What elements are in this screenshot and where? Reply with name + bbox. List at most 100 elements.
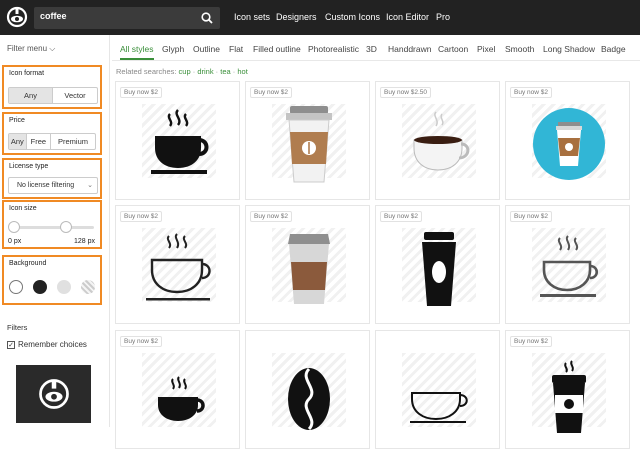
price-free-button[interactable]: Free (27, 134, 52, 149)
icon-card[interactable] (375, 330, 500, 449)
icon-size-slider-track[interactable] (10, 226, 94, 229)
icon-size-title: Icon size (9, 205, 37, 212)
license-type-title: License type (9, 163, 49, 170)
related-term-tea[interactable]: tea (220, 67, 230, 76)
search-icon[interactable] (200, 11, 214, 25)
takeaway-cup-glyph-icon (422, 232, 456, 306)
remember-label: Remember choices (18, 340, 87, 349)
takeaway-coffee-cup-flat-icon (286, 106, 332, 183)
icon-card[interactable]: Buy now $2 (505, 205, 630, 324)
paper-coffee-cup-flat-icon (288, 234, 330, 304)
chevron-down-icon: ⌄ (87, 182, 93, 189)
price-segmented-control: Any Free Premium (8, 133, 96, 150)
icon-format-any-button[interactable]: Any (9, 88, 54, 103)
tab-all-styles[interactable]: All styles (120, 44, 154, 60)
top-navigation-bar: coffee Icon sets Designers Custom Icons … (0, 0, 640, 35)
background-filter: Background (2, 255, 102, 305)
coffee-cup-outline-icon (146, 233, 211, 301)
buy-now-badge[interactable]: Buy now $2 (120, 336, 162, 347)
icon-card[interactable]: Buy now $2 (245, 81, 370, 200)
buy-now-badge[interactable]: Buy now $2 (510, 336, 552, 347)
tab-cartoon[interactable]: Cartoon (438, 44, 468, 54)
buy-now-badge[interactable]: Buy now $2 (510, 211, 552, 222)
icon-size-slider-max-handle[interactable] (60, 221, 72, 233)
background-title: Background (9, 260, 47, 267)
hot-takeaway-cup-glyph-icon (552, 360, 586, 433)
filter-menu-toggle[interactable]: Filter menu ⌵ (7, 44, 55, 54)
related-searches: Related searches: cup · drink · tea · ho… (116, 67, 248, 76)
related-term-drink[interactable]: drink (197, 67, 213, 76)
tab-badge[interactable]: Badge (601, 44, 626, 54)
background-white-swatch[interactable] (9, 280, 23, 294)
icon-size-filter: Icon size 0 px 128 px (2, 200, 102, 249)
license-type-filter: License type No license filtering ⌄ (2, 158, 102, 199)
icon-format-vector-button[interactable]: Vector (53, 88, 97, 103)
icon-card[interactable]: Buy now $2.50 (375, 81, 500, 200)
nav-icon-editor[interactable]: Icon Editor (386, 12, 429, 22)
buy-now-badge[interactable]: Buy now $2 (380, 211, 422, 222)
buy-now-badge[interactable]: Buy now $2 (250, 87, 292, 98)
filters-heading: Filters (7, 323, 28, 332)
coffee-cup-thin-outline-icon (410, 392, 468, 423)
price-title: Price (9, 117, 25, 124)
price-filter: Price Any Free Premium (2, 112, 102, 155)
tab-glyph[interactable]: Glyph (162, 44, 184, 54)
takeaway-cup-badge-icon (533, 108, 605, 180)
search-box[interactable]: coffee (34, 7, 220, 29)
icon-size-slider-min-handle[interactable] (8, 221, 20, 233)
tabs-divider (112, 60, 640, 61)
promo-banner[interactable] (16, 365, 91, 423)
background-black-swatch[interactable] (33, 280, 47, 294)
icon-card[interactable]: Buy now $2 (505, 81, 630, 200)
tab-outline[interactable]: Outline (193, 44, 220, 54)
icon-card[interactable]: Buy now $2 (115, 81, 240, 200)
filter-sidebar: Filter menu ⌵ Icon format Any Vector Pri… (0, 35, 110, 427)
icon-format-title: Icon format (9, 70, 45, 77)
icon-card[interactable]: Buy now $2 (115, 330, 240, 449)
icon-size-min-label: 0 px (8, 238, 22, 245)
tab-3d[interactable]: 3D (366, 44, 377, 54)
icon-card[interactable]: Buy now $2 (505, 330, 630, 449)
price-any-button[interactable]: Any (9, 134, 27, 149)
coffee-bean-icon (288, 367, 330, 431)
icon-format-segmented-control: Any Vector (8, 87, 98, 104)
nav-custom-icons[interactable]: Custom Icons (325, 12, 380, 22)
buy-now-badge[interactable]: Buy now $2 (510, 87, 552, 98)
related-term-cup[interactable]: cup (179, 67, 191, 76)
tab-photorealistic[interactable]: Photorealistic (308, 44, 359, 54)
buy-now-badge[interactable]: Buy now $2.50 (380, 87, 432, 98)
tab-long-shadow[interactable]: Long Shadow (543, 44, 595, 54)
filter-menu-label: Filter menu (7, 44, 48, 53)
steaming-coffee-cup-glyph-icon (151, 109, 209, 174)
tab-pixel[interactable]: Pixel (477, 44, 495, 54)
license-type-value: No license filtering (17, 182, 75, 189)
nav-icon-sets[interactable]: Icon sets (234, 12, 270, 22)
price-premium-button[interactable]: Premium (51, 134, 95, 149)
background-transparent-swatch[interactable] (81, 280, 95, 294)
icon-card[interactable]: Buy now $2 (115, 205, 240, 324)
tab-handdrawn[interactable]: Handdrawn (388, 44, 431, 54)
icon-card[interactable] (245, 330, 370, 449)
tab-smooth[interactable]: Smooth (505, 44, 534, 54)
icon-card[interactable]: Buy now $2 (245, 205, 370, 324)
search-input[interactable]: coffee (40, 11, 190, 25)
buy-now-badge[interactable]: Buy now $2 (120, 211, 162, 222)
iconfinder-logo-icon (39, 379, 69, 409)
related-label: Related searches: (116, 67, 177, 76)
remember-checkbox[interactable]: ✓ (7, 340, 15, 349)
nav-designers[interactable]: Designers (276, 12, 317, 22)
related-term-hot[interactable]: hot (237, 67, 247, 76)
icon-card[interactable]: Buy now $2 (375, 205, 500, 324)
license-type-select[interactable]: No license filtering ⌄ (8, 177, 98, 194)
background-light-gray-swatch[interactable] (57, 280, 71, 294)
remember-choices-row[interactable]: ✓ Remember choices (7, 340, 87, 349)
buy-now-badge[interactable]: Buy now $2 (120, 87, 162, 98)
tab-flat[interactable]: Flat (229, 44, 243, 54)
buy-now-badge[interactable]: Buy now $2 (250, 211, 292, 222)
tab-filled-outline[interactable]: Filled outline (253, 44, 301, 54)
chevron-down-icon: ⌵ (49, 44, 56, 53)
icon-format-filter: Icon format Any Vector (2, 65, 102, 109)
coffee-cup-small-glyph-icon (158, 376, 205, 421)
iconfinder-logo-icon[interactable] (6, 6, 28, 28)
nav-pro[interactable]: Pro (436, 12, 450, 22)
